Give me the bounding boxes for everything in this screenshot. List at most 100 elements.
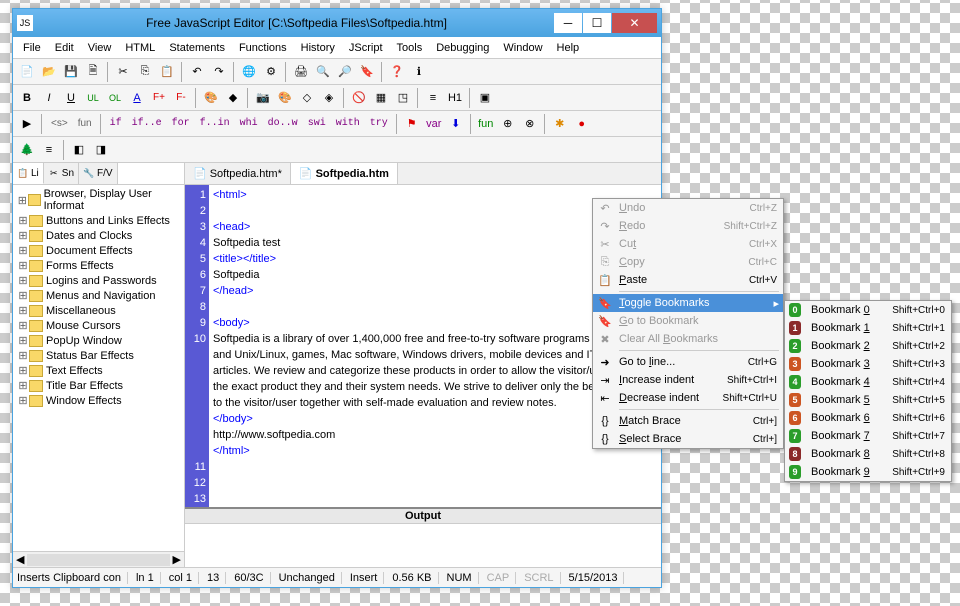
tree-item[interactable]: ⊞Miscellaneous <box>15 303 182 318</box>
copy-icon[interactable]: ⎘ <box>135 62 155 82</box>
menu-debugging[interactable]: Debugging <box>430 40 495 56</box>
editor-tab[interactable]: 📄Softpedia.htm <box>291 163 398 184</box>
expand-icon[interactable]: ⊞ <box>17 289 29 302</box>
bookmark-2[interactable]: 2Bookmark 2Shift+Ctrl+2 <box>785 337 951 355</box>
help-icon[interactable]: ❓ <box>387 62 407 82</box>
replace-icon[interactable]: 🔎 <box>335 62 355 82</box>
menu-view[interactable]: View <box>82 40 118 56</box>
menu-jscript[interactable]: JScript <box>343 40 389 56</box>
expand-icon[interactable]: ⊞ <box>17 194 28 207</box>
bookmark-tb-icon[interactable]: 🔖 <box>357 62 377 82</box>
bookmark-9[interactable]: 9Bookmark 9Shift+Ctrl+9 <box>785 463 951 481</box>
down-icon[interactable]: ⬇ <box>446 114 466 134</box>
fmt-icon[interactable]: H1 <box>445 88 465 108</box>
tree-item[interactable]: ⊞Title Bar Effects <box>15 378 182 393</box>
undo-icon[interactable]: ↶ <box>187 62 207 82</box>
fmt-f+-button[interactable]: F+ <box>149 88 169 108</box>
fmt-icon[interactable]: 🚫 <box>349 88 369 108</box>
script-if-button[interactable]: if <box>106 114 126 134</box>
bookmark-0[interactable]: 0Bookmark 0Shift+Ctrl+0 <box>785 301 951 319</box>
save-icon[interactable]: 💾 <box>61 62 81 82</box>
fmt-icon[interactable]: ◳ <box>393 88 413 108</box>
expand-icon[interactable]: ⊞ <box>17 274 29 287</box>
fmt-icon[interactable]: ◇ <box>297 88 317 108</box>
script-whi-button[interactable]: whi <box>236 114 262 134</box>
menu-tools[interactable]: Tools <box>391 40 429 56</box>
fmt-b-button[interactable]: B <box>17 88 37 108</box>
fmt-u-button[interactable]: U <box>61 88 81 108</box>
ctx-match-brace[interactable]: {}Match BraceCtrl+] <box>593 412 783 430</box>
about-icon[interactable]: ℹ <box>409 62 429 82</box>
tree-item[interactable]: ⊞Menus and Navigation <box>15 288 182 303</box>
fmt-icon[interactable]: ≡ <box>423 88 443 108</box>
sidetab-li[interactable]: 📋Li <box>13 163 44 184</box>
script-try-button[interactable]: try <box>366 114 392 134</box>
script-s-button[interactable]: <s> <box>47 114 72 134</box>
expand-icon[interactable]: ⊞ <box>17 349 29 362</box>
fmt-f--button[interactable]: F- <box>171 88 191 108</box>
fmt-i-button[interactable]: I <box>39 88 59 108</box>
var-icon[interactable]: var <box>424 114 444 134</box>
wrap-icon[interactable]: ⊕ <box>498 114 518 134</box>
tree-item[interactable]: ⊞Buttons and Links Effects <box>15 213 182 228</box>
script-fun-button[interactable]: fun <box>74 114 96 134</box>
fmt-icon[interactable]: ◈ <box>319 88 339 108</box>
expand-icon[interactable]: ⊞ <box>17 214 29 227</box>
tree-item[interactable]: ⊞Window Effects <box>15 393 182 408</box>
bookmark-1[interactable]: 1Bookmark 1Shift+Ctrl+1 <box>785 319 951 337</box>
fmt-icon[interactable]: 🎨 <box>201 88 221 108</box>
menu-edit[interactable]: Edit <box>49 40 80 56</box>
circle-icon[interactable]: ● <box>572 114 592 134</box>
flag-icon[interactable]: ⚑ <box>402 114 422 134</box>
ctx-decrease-indent[interactable]: ⇤Decrease indentShift+Ctrl+U <box>593 389 783 407</box>
tree-icon[interactable]: 🌲 <box>17 140 37 160</box>
expand-icon[interactable]: ⊞ <box>17 379 29 392</box>
bookmark-6[interactable]: 6Bookmark 6Shift+Ctrl+6 <box>785 409 951 427</box>
expand-icon[interactable]: ⊞ <box>17 304 29 317</box>
tree-item[interactable]: ⊞Mouse Cursors <box>15 318 182 333</box>
menu-history[interactable]: History <box>295 40 341 56</box>
fmt-icon[interactable]: ▣ <box>475 88 495 108</box>
menu-window[interactable]: Window <box>497 40 548 56</box>
close-button[interactable]: ✕ <box>612 13 657 33</box>
redo-icon[interactable]: ↷ <box>209 62 229 82</box>
expand-icon[interactable]: ⊞ <box>17 334 29 347</box>
sidebar-scrollbar[interactable]: ◀▶ <box>13 551 184 567</box>
open-file-icon[interactable]: 📂 <box>39 62 59 82</box>
tree-item[interactable]: ⊞Logins and Passwords <box>15 273 182 288</box>
align-icon[interactable]: ≡ <box>39 140 59 160</box>
run-icon[interactable]: ▶ <box>17 114 37 134</box>
paste-icon[interactable]: 📋 <box>157 62 177 82</box>
bookmark-8[interactable]: 8Bookmark 8Shift+Ctrl+8 <box>785 445 951 463</box>
ctx-select-brace[interactable]: {}Select BraceCtrl+] <box>593 430 783 448</box>
expand-icon[interactable]: ⊞ <box>17 259 29 272</box>
sidetab-sn[interactable]: ✂Sn <box>44 163 79 184</box>
script-fin-button[interactable]: f..in <box>196 114 234 134</box>
expand-icon[interactable]: ⊞ <box>17 364 29 377</box>
fun-icon[interactable]: fun <box>476 114 496 134</box>
tree-item[interactable]: ⊞Dates and Clocks <box>15 228 182 243</box>
bookmark-5[interactable]: 5Bookmark 5Shift+Ctrl+5 <box>785 391 951 409</box>
gear-icon[interactable]: ⚙ <box>261 62 281 82</box>
script-for-button[interactable]: for <box>168 114 194 134</box>
ctx-go-to-line-[interactable]: ➜Go to line...Ctrl+G <box>593 353 783 371</box>
ctx-paste[interactable]: 📋PasteCtrl+V <box>593 271 783 289</box>
maximize-button[interactable]: ☐ <box>583 13 611 33</box>
sidetab-f/v[interactable]: 🔧F/V <box>79 163 118 184</box>
menu-file[interactable]: File <box>17 40 47 56</box>
script-dow-button[interactable]: do..w <box>264 114 302 134</box>
fmt-icon[interactable]: 📷 <box>253 88 273 108</box>
menu-help[interactable]: Help <box>551 40 586 56</box>
ctx-increase-indent[interactable]: ⇥Increase indentShift+Ctrl+I <box>593 371 783 389</box>
editor-tab[interactable]: 📄Softpedia.htm* <box>185 163 291 184</box>
fmt-icon[interactable]: ◆ <box>223 88 243 108</box>
misc-icon[interactable]: ◧ <box>69 140 89 160</box>
bookmark-4[interactable]: 4Bookmark 4Shift+Ctrl+4 <box>785 373 951 391</box>
tree-item[interactable]: ⊞PopUp Window <box>15 333 182 348</box>
expand-icon[interactable]: ⊞ <box>17 244 29 257</box>
fmt-icon[interactable]: 🎨 <box>275 88 295 108</box>
fmt-icon[interactable]: ▦ <box>371 88 391 108</box>
cut-icon[interactable]: ✂ <box>113 62 133 82</box>
expand-icon[interactable]: ⊞ <box>17 394 29 407</box>
tree-item[interactable]: ⊞Status Bar Effects <box>15 348 182 363</box>
